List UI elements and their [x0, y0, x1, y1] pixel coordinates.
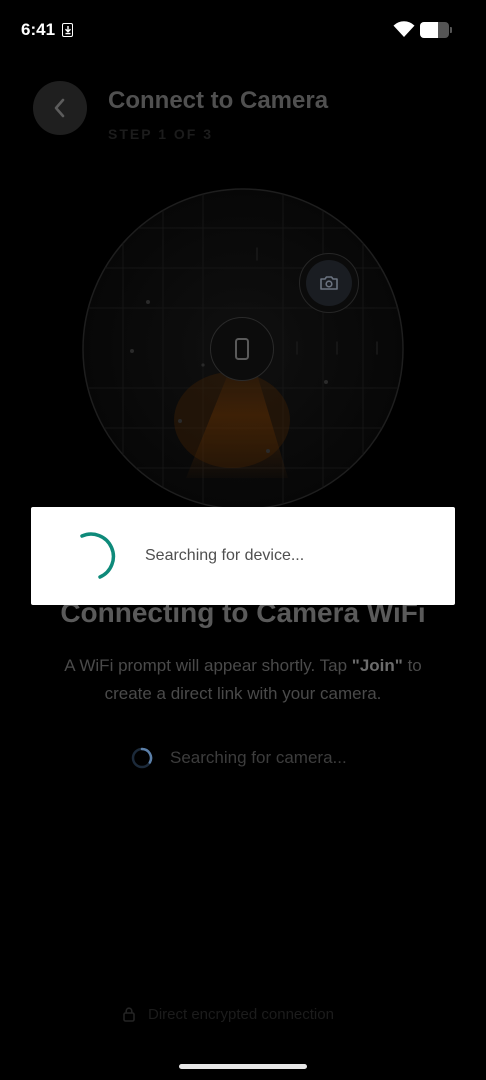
camera-search-status: Searching for camera... [130, 744, 347, 772]
camera-icon [320, 276, 338, 290]
home-indicator[interactable] [179, 1064, 307, 1069]
progress-spinner-icon [80, 532, 116, 579]
encryption-note: Direct encrypted connection [122, 1002, 334, 1026]
step-indicator: STEP 1 OF 3 [108, 126, 213, 142]
encryption-note-label: Direct encrypted connection [148, 1005, 334, 1023]
camera-node [306, 260, 352, 306]
lock-icon [123, 1007, 135, 1022]
beam-glow [174, 372, 290, 468]
progress-dialog-message: Searching for device... [145, 547, 305, 564]
description-text-1: A WiFi prompt will appear shortly. Tap [64, 656, 352, 675]
smartphone-icon [235, 338, 249, 360]
phone-node [210, 317, 274, 381]
connection-description: A WiFi prompt will appear shortly. Tap "… [40, 652, 446, 708]
back-button[interactable] [33, 81, 87, 135]
join-keyword: "Join" [351, 656, 403, 675]
chevron-left-icon [54, 98, 65, 118]
page-title: Connect to Camera [108, 87, 329, 114]
camera-search-label: Searching for camera... [170, 748, 347, 767]
loading-spinner-icon [131, 747, 153, 769]
